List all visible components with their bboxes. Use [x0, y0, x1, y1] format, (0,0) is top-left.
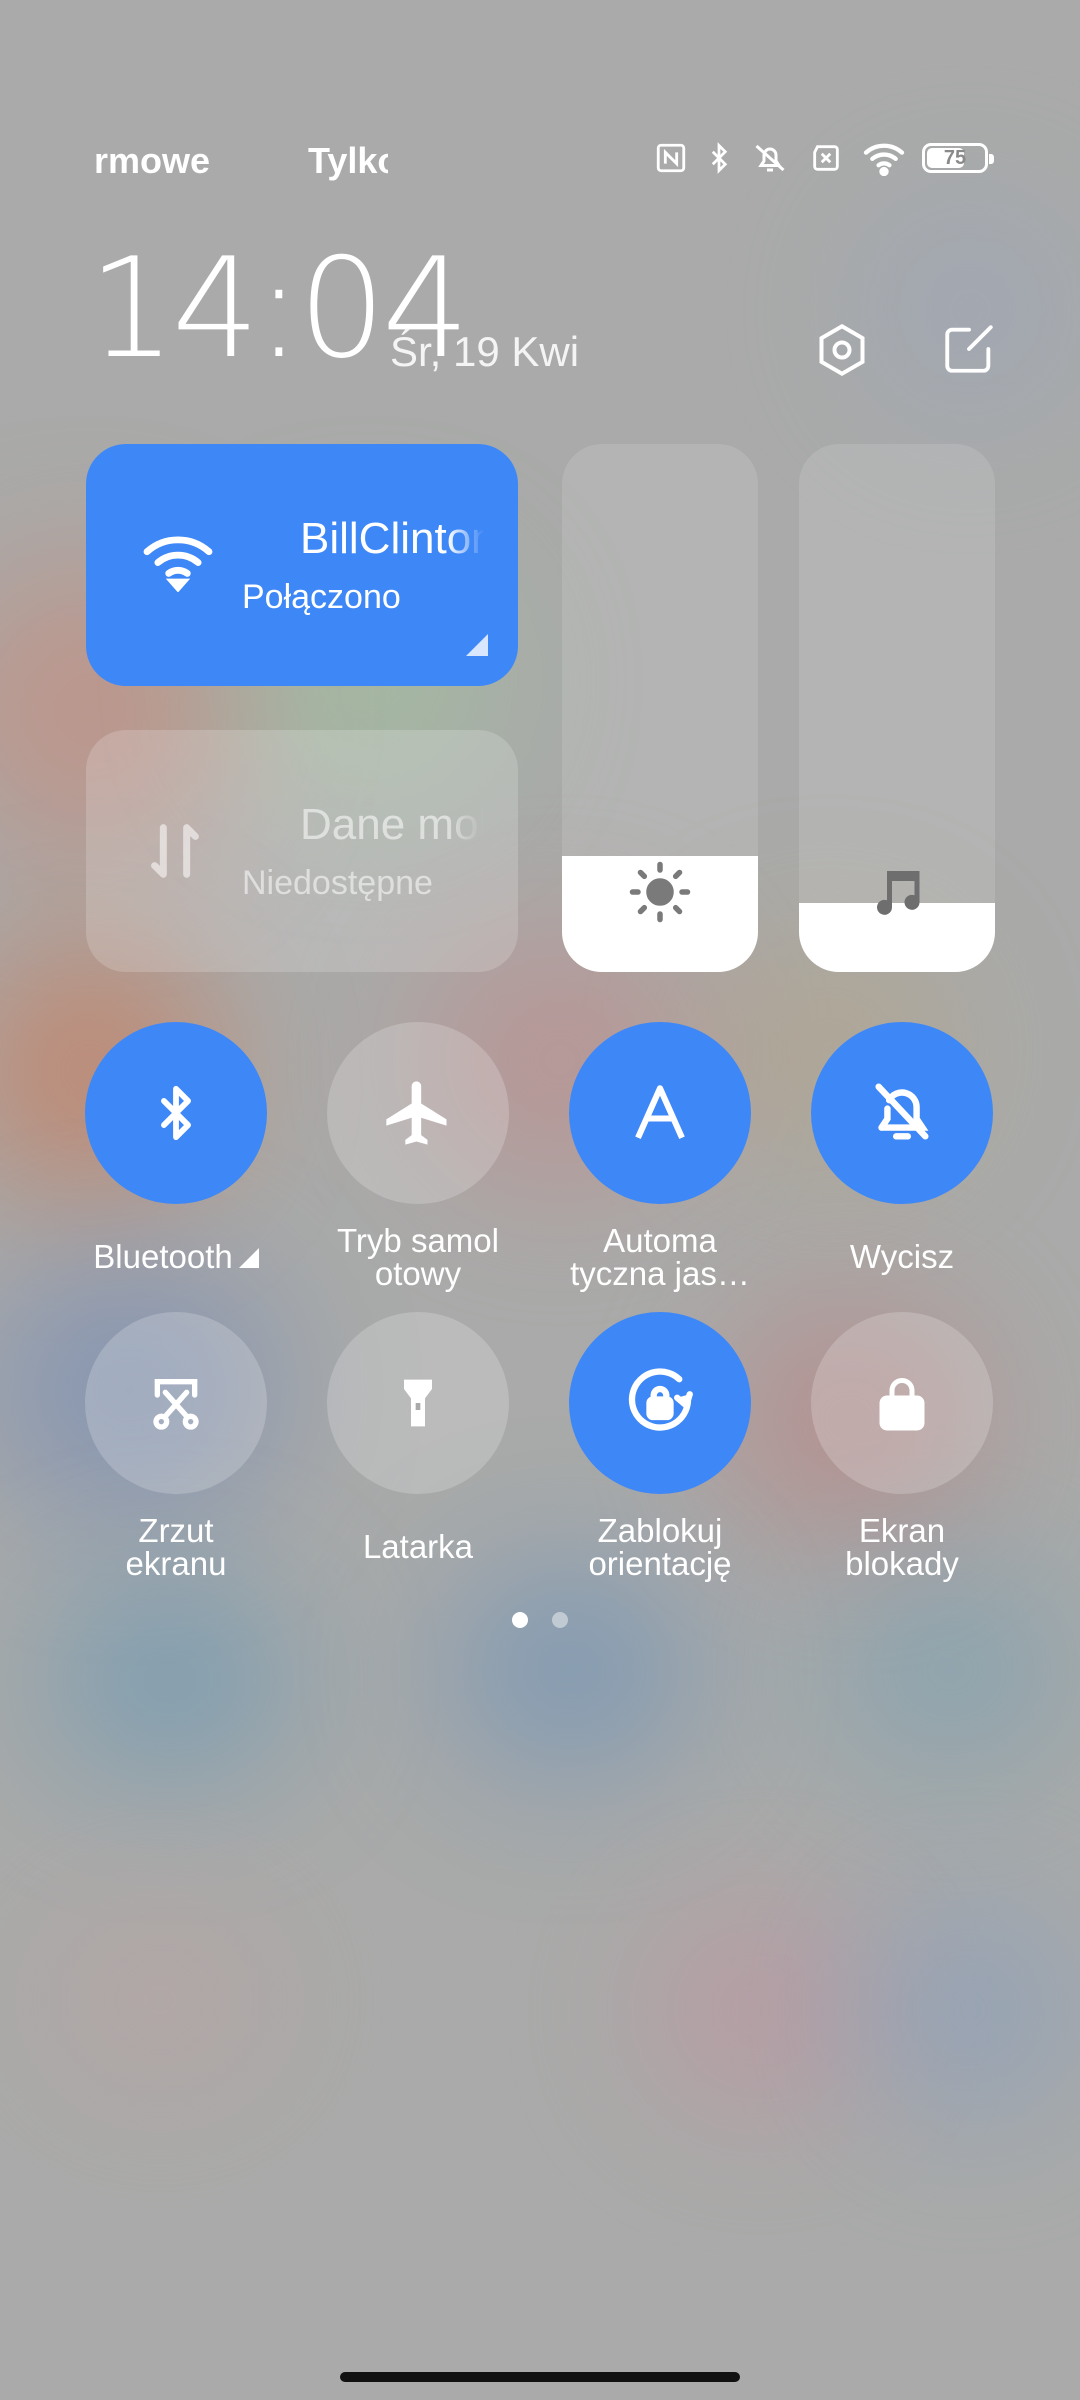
carrier-text-1: rmowe — [93, 140, 210, 181]
rotation-lock-toggle[interactable] — [569, 1312, 751, 1494]
bluetooth-icon — [711, 142, 728, 174]
rotation-label-line-1: Zablokuj — [597, 1512, 723, 1549]
carrier-text-2: Tylko — [308, 140, 388, 181]
auto-label-line-2: tyczna jas… — [570, 1255, 750, 1292]
page-dot-2[interactable] — [552, 1612, 568, 1628]
mute-toggle[interactable] — [811, 1022, 993, 1204]
clock-date: Śr, 19 Kwi — [390, 328, 580, 375]
wifi-status: Połączono — [242, 578, 401, 616]
sun-icon — [627, 859, 693, 930]
data-transfer-icon — [140, 816, 210, 891]
flashlight-toggle[interactable] — [327, 1312, 509, 1494]
wifi-icon — [863, 143, 905, 176]
airplane-label-line-2: otowy — [374, 1255, 462, 1292]
lock-icon — [879, 1378, 925, 1431]
home-indicator[interactable] — [340, 2372, 740, 2382]
status-bar-left: rmowe Tylko — [90, 140, 388, 191]
bluetooth-label: Bluetooth — [56, 1240, 296, 1273]
rotation-label-line-2: orientację — [588, 1545, 732, 1582]
edit-icon — [945, 325, 993, 373]
page-indicator — [0, 1612, 1080, 1628]
status-bar-icons: 75 — [654, 140, 994, 176]
settings-icon — [819, 323, 865, 377]
bluetooth-toggle[interactable] — [85, 1022, 267, 1204]
music-note-icon — [867, 861, 927, 926]
flashlight-icon — [404, 1379, 432, 1427]
page-dot-1[interactable] — [512, 1612, 528, 1628]
wifi-tile[interactable]: BillClinton Połączono — [86, 444, 518, 686]
flashlight-label: Latarka — [362, 1528, 474, 1565]
rotation-lock-icon — [628, 1368, 693, 1431]
screenshot-label-line-2: ekranu — [125, 1545, 227, 1582]
volume-slider[interactable] — [799, 444, 995, 972]
lock-screen-label: Ekran blokady — [782, 1514, 1022, 1580]
battery-level: 75 — [943, 146, 967, 169]
bluetooth-icon — [161, 1085, 191, 1141]
wifi-network-name: BillClinton — [300, 514, 484, 563]
bluetooth-label-text: Bluetooth — [93, 1238, 233, 1275]
screenshot-label-line-1: Zrzut — [138, 1512, 214, 1549]
auto-brightness-label: Automa tyczna jas… — [540, 1224, 780, 1290]
airplane-label-line-1: Tryb samol — [337, 1222, 499, 1259]
screenshot-icon — [153, 1379, 199, 1430]
airplane-icon — [386, 1081, 447, 1145]
mobile-data-status: Niedostępne — [242, 864, 433, 902]
mute-label: Wycisz — [849, 1238, 955, 1275]
nfc-icon — [656, 143, 686, 173]
no-sim-icon — [813, 145, 839, 171]
airplane-mode-toggle[interactable] — [327, 1022, 509, 1204]
rotation-lock-label: Zablokuj orientację — [540, 1514, 780, 1580]
lock-label-line-1: Ekran — [858, 1512, 946, 1549]
settings-button[interactable] — [812, 320, 872, 380]
lock-label-line-2: blokady — [845, 1545, 959, 1582]
auto-label-line-1: Automa — [603, 1222, 717, 1259]
mute-icon — [755, 144, 785, 172]
screenshot-label: Zrzut ekranu — [56, 1514, 296, 1580]
airplane-mode-label: Tryb samol otowy — [298, 1224, 538, 1290]
expand-corner-icon — [238, 1248, 259, 1268]
edit-button[interactable] — [940, 320, 1000, 380]
screenshot-toggle[interactable] — [85, 1312, 267, 1494]
expand-corner-icon[interactable] — [466, 634, 488, 656]
brightness-slider[interactable] — [562, 444, 758, 972]
auto-brightness-toggle[interactable] — [569, 1022, 751, 1204]
mobile-data-name: Dane mobilne — [300, 800, 484, 849]
auto-brightness-icon — [635, 1085, 685, 1139]
lock-screen-toggle[interactable] — [811, 1312, 993, 1494]
mute-bell-icon — [875, 1083, 929, 1140]
wifi-icon — [140, 530, 216, 597]
mobile-data-tile[interactable]: Dane mobilne Niedostępne — [86, 730, 518, 972]
battery-icon: 75 — [922, 143, 994, 173]
